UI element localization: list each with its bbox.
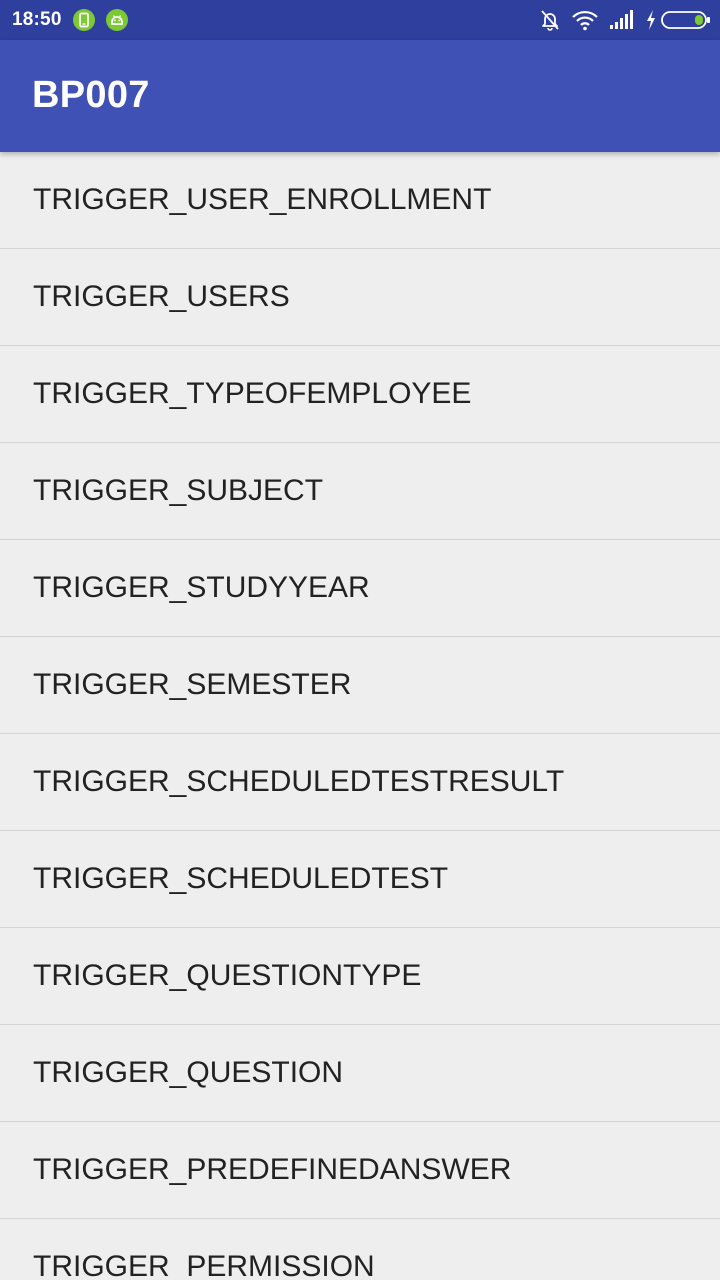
list-item-label: TRIGGER_STUDYYEAR: [33, 571, 370, 604]
list-item-label: TRIGGER_TYPEOFEMPLOYEE: [33, 377, 472, 410]
list-item[interactable]: TRIGGER_QUESTION: [0, 1025, 720, 1122]
list-item[interactable]: TRIGGER_SEMESTER: [0, 637, 720, 734]
list-item-label: TRIGGER_USER_ENROLLMENT: [33, 183, 492, 216]
list-item[interactable]: TRIGGER_STUDYYEAR: [0, 540, 720, 637]
status-time: 18:50: [12, 9, 62, 30]
list-item-label: TRIGGER_SEMESTER: [33, 668, 352, 701]
charging-icon: [647, 10, 655, 30]
list-item[interactable]: TRIGGER_USER_ENROLLMENT: [0, 152, 720, 249]
list-item[interactable]: TRIGGER_TYPEOFEMPLOYEE: [0, 346, 720, 443]
status-bar: 18:50: [0, 0, 720, 40]
list-item[interactable]: TRIGGER_SUBJECT: [0, 443, 720, 540]
list-item-label: TRIGGER_QUESTION: [33, 1056, 344, 1089]
silent-bell-icon: [541, 10, 559, 31]
list-item[interactable]: TRIGGER_PERMISSION: [0, 1219, 720, 1280]
list-item-label: TRIGGER_USERS: [33, 280, 290, 313]
list-item[interactable]: TRIGGER_SCHEDULEDTESTRESULT: [0, 734, 720, 831]
android-notification-icon: [106, 9, 128, 31]
list-item-label: TRIGGER_PERMISSION: [33, 1250, 375, 1280]
list-item[interactable]: TRIGGER_SCHEDULEDTEST: [0, 831, 720, 928]
list-item-label: TRIGGER_SCHEDULEDTESTRESULT: [33, 765, 565, 798]
battery-icon: [661, 11, 710, 29]
app-title: BP007: [32, 74, 150, 116]
trigger-list[interactable]: TRIGGER_USER_ENROLLMENT TRIGGER_USERS TRIG…: [0, 152, 720, 1280]
list-item[interactable]: TRIGGER_USERS: [0, 249, 720, 346]
wifi-icon: [572, 10, 598, 31]
list-item-label: TRIGGER_SCHEDULEDTEST: [33, 862, 449, 895]
list-item[interactable]: TRIGGER_QUESTIONTYPE: [0, 928, 720, 1025]
phone-notification-icon: [73, 9, 95, 31]
list-item-label: TRIGGER_QUESTIONTYPE: [33, 959, 422, 992]
signal-icon: [610, 10, 633, 29]
list-item[interactable]: TRIGGER_PREDEFINEDANSWER: [0, 1122, 720, 1219]
list-item-label: TRIGGER_SUBJECT: [33, 474, 324, 507]
app-bar: BP007: [0, 40, 720, 152]
list-item-label: TRIGGER_PREDEFINEDANSWER: [33, 1153, 512, 1186]
